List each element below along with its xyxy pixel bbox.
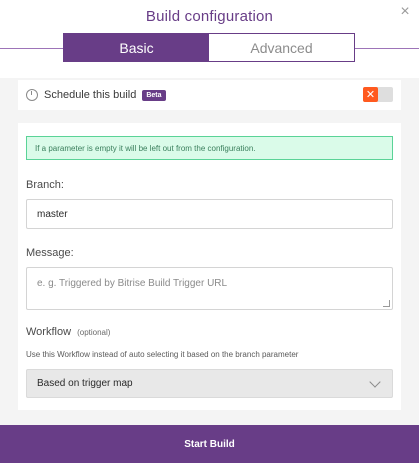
chevron-down-icon	[369, 376, 381, 388]
basic-form: If a parameter is empty it will be left …	[18, 123, 401, 410]
clock-icon	[26, 89, 38, 101]
start-build-button[interactable]: Start Build	[0, 425, 419, 463]
resize-handle-icon[interactable]	[383, 300, 390, 307]
schedule-label: Schedule this build	[44, 89, 137, 101]
message-placeholder: e. g. Triggered by Bitrise Build Trigger…	[37, 278, 228, 289]
message-textarea[interactable]: e. g. Triggered by Bitrise Build Trigger…	[26, 267, 393, 310]
schedule-toggle[interactable]: ✕	[363, 87, 393, 102]
message-label: Message:	[26, 247, 74, 259]
workflow-selected-value: Based on trigger map	[37, 378, 133, 389]
workflow-select[interactable]: Based on trigger map	[26, 369, 393, 398]
tab-switcher: Basic Advanced	[63, 33, 355, 62]
tab-advanced[interactable]: Advanced	[209, 34, 354, 61]
dialog-header: Build configuration × Basic Advanced	[0, 0, 419, 78]
dialog-title: Build configuration	[145, 8, 274, 25]
info-notice: If a parameter is empty it will be left …	[26, 136, 393, 160]
tab-basic[interactable]: Basic	[64, 34, 209, 61]
schedule-row: Schedule this build Beta ✕	[18, 80, 401, 110]
close-icon[interactable]: ×	[397, 4, 413, 20]
branch-input[interactable]: master	[26, 199, 393, 229]
toggle-off-icon: ✕	[363, 87, 378, 102]
branch-label: Branch:	[26, 179, 64, 191]
optional-tag: (optional)	[77, 328, 111, 337]
workflow-hint: Use this Workflow instead of auto select…	[26, 350, 299, 359]
beta-badge: Beta	[142, 89, 166, 101]
workflow-label: Workflow	[26, 326, 72, 338]
workflow-label-row: Workflow (optional)	[26, 326, 110, 338]
